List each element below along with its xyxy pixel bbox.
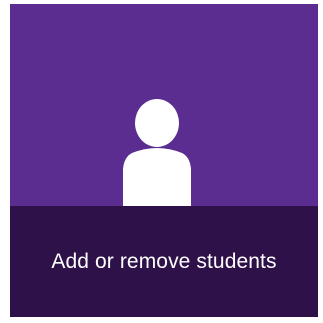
person-icon — [123, 99, 191, 215]
tile-label: Add or remove students — [51, 249, 277, 273]
tile-footer: Add or remove students — [10, 206, 318, 317]
add-remove-students-tile[interactable]: Add or remove students — [10, 4, 318, 317]
